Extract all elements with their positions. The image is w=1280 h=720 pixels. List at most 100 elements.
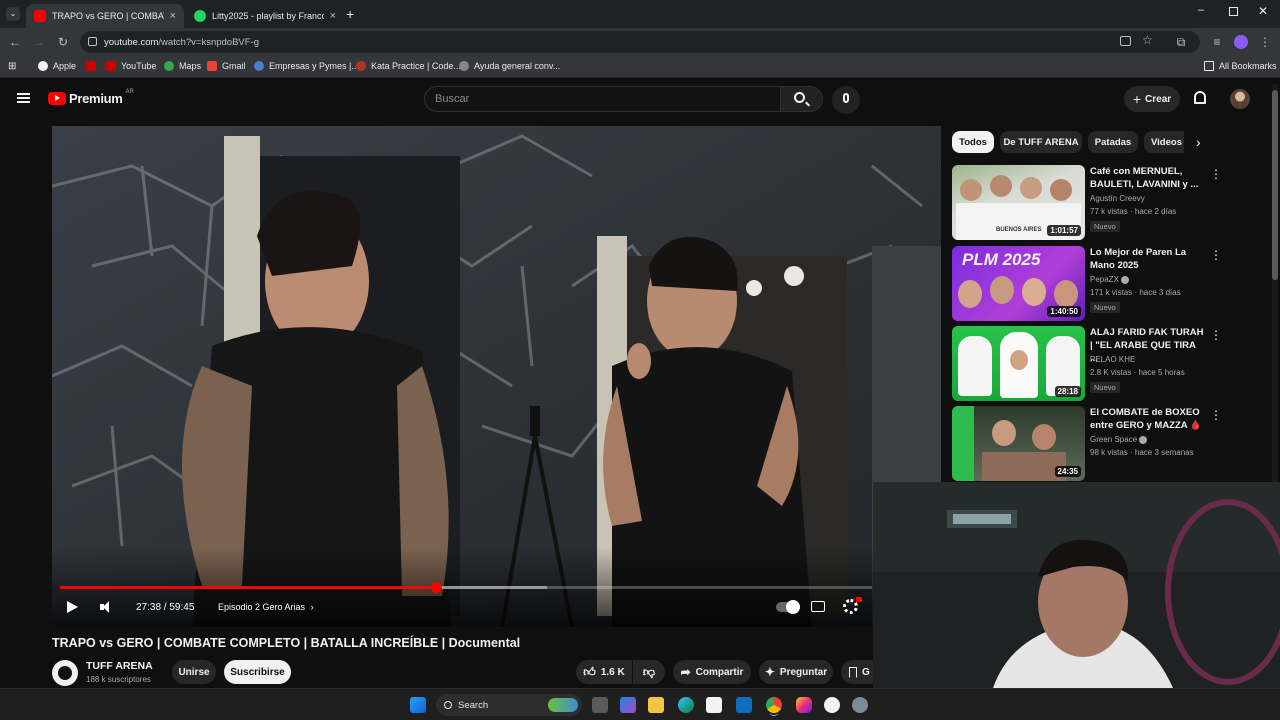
scrollbar-thumb[interactable] [1272,90,1278,280]
all-bookmarks[interactable]: All Bookmarks [1204,61,1277,71]
subscribe-button[interactable]: Suscribirse [224,660,291,684]
search-input[interactable]: Buscar [424,86,781,112]
video-thumbnail[interactable]: BUENOS AIRES 1:01:57 [952,165,1085,240]
github-icon[interactable] [824,697,840,713]
more-options-icon[interactable]: ⋮ [1210,408,1222,422]
play-button[interactable] [67,601,78,613]
bookmark-youtube[interactable]: YouTube [106,61,156,71]
recommendation-channel[interactable]: PepaZX [1090,275,1130,284]
bookmark-youtube-icon-only[interactable] [86,61,96,71]
close-window-icon[interactable]: ✕ [1258,4,1268,18]
site-info-icon[interactable] [88,37,97,46]
browser-menu-icon[interactable]: ⋮ [1258,35,1272,49]
store-icon[interactable] [706,697,722,713]
video-player[interactable]: 27:38 / 59:45 Episodio 2 Gero Arias › [52,126,941,627]
notifications-bell-icon[interactable] [1194,91,1206,104]
join-button[interactable]: Unirse [172,660,216,684]
save-button[interactable]: G [841,660,873,684]
more-options-icon[interactable]: ⋮ [1210,167,1222,181]
chrome-icon[interactable] [766,697,782,713]
recommendation-item[interactable]: BUENOS AIRES 1:01:57 Café con MERNUEL, B… [952,165,1272,241]
outlook-icon[interactable] [736,697,752,713]
chip-todos[interactable]: Todos [952,131,994,153]
tab-youtube-video[interactable]: TRAPO vs GERO | COMBATE CO × [26,4,184,28]
bookmark-empresas[interactable]: Empresas y Pymes |... [254,61,359,71]
volume-icon[interactable] [100,600,112,614]
maximize-icon[interactable] [1229,7,1238,16]
chip-de-tuff-arena[interactable]: De TUFF ARENA [1000,131,1082,153]
edge-icon[interactable] [678,697,694,713]
progress-scrubber[interactable] [430,582,442,593]
taskbar-search[interactable]: Search [436,694,582,716]
new-badge: Nuevo [1090,382,1120,393]
recommendation-title[interactable]: Café con MERNUEL, BAULETI, LAVANINI y ..… [1090,165,1205,191]
chat-icon [459,61,469,71]
recommendation-channel[interactable]: Agustín Creevy [1090,194,1145,203]
dislike-button[interactable]: 👎︎ [633,660,665,684]
channel-avatar[interactable] [52,660,78,686]
widgets-icon[interactable] [620,697,636,713]
subtitles-icon[interactable] [811,601,825,612]
create-button[interactable]: + Crear [1124,86,1180,112]
youtube-icon [86,61,96,71]
profile-avatar[interactable] [1234,35,1248,49]
youtube-premium-logo[interactable]: Premium AR [48,89,134,106]
tab-spotify-playlist[interactable]: Litty2025 - playlist by FrancoBo × [186,4,344,28]
apps-grid-icon[interactable]: ⊞ [8,61,16,72]
url-field[interactable]: youtube.com/watch?v=ksnpdoBVF-g ☆ [80,31,1200,53]
recommendation-item[interactable]: 28:18 ALAJ FARID FAK TURAH | "EL ARABE Q… [952,326,1272,402]
settings-icon[interactable] [852,697,868,713]
progress-bar[interactable] [60,582,872,593]
bookmark-apple[interactable]: Apple [38,61,76,71]
search-icon [794,92,805,103]
recommendation-channel[interactable]: Green Space [1090,435,1148,444]
extensions-icon[interactable]: ⧉ [1174,35,1188,49]
file-explorer-icon[interactable] [648,697,664,713]
forward-icon[interactable]: → [32,35,46,49]
chip-videos[interactable]: Videos [1144,131,1184,153]
recommendation-channel[interactable]: PELAO KHE [1090,355,1135,364]
close-tab-icon[interactable]: × [330,10,336,22]
new-badge: Nuevo [1090,302,1120,313]
like-button[interactable]: 👍︎ 1.6 K [576,660,632,684]
chip-patadas[interactable]: Patadas [1088,131,1138,153]
bookmark-ayuda[interactable]: Ayuda general conv... [459,61,560,71]
video-thumbnail[interactable]: PLM 2025 1:40:50 [952,246,1085,321]
tab-list-chevron-icon[interactable]: ⌄ [6,7,20,21]
search-button[interactable] [781,86,823,112]
bookmark-gmail[interactable]: Gmail [207,61,246,71]
recommendation-title[interactable]: El COMBATE de BOXEO entre GERO y MAZZA 🩸 [1090,406,1205,432]
recommendation-item[interactable]: PLM 2025 1:40:50 Lo Mejor de Paren La Ma… [952,246,1272,322]
channel-name[interactable]: TUFF ARENA [86,660,153,672]
install-app-icon[interactable] [1120,36,1131,46]
close-tab-icon[interactable]: × [170,10,176,22]
ask-button[interactable]: ✦ Preguntar [759,660,833,684]
video-thumbnail[interactable]: 24:35 [952,406,1085,481]
video-duration: 24:35 [1054,466,1081,477]
account-avatar[interactable] [1230,89,1250,109]
more-options-icon[interactable]: ⋮ [1210,328,1222,342]
more-options-icon[interactable]: ⋮ [1210,248,1222,262]
share-button[interactable]: ➦ Compartir [673,660,751,684]
browser-tab-bar: ⌄ TRAPO vs GERO | COMBATE CO × Litty2025… [0,0,1280,28]
video-thumbnail[interactable]: 28:18 [952,326,1085,401]
voice-search-button[interactable] [832,86,860,114]
new-tab-icon[interactable]: + [346,6,354,22]
chips-next-icon[interactable]: › [1196,134,1201,150]
windows-start-icon[interactable] [410,697,426,713]
hamburger-menu-icon[interactable] [17,93,30,103]
recommendation-item[interactable]: 24:35 El COMBATE de BOXEO entre GERO y M… [952,406,1272,482]
bookmark-star-icon[interactable]: ☆ [1142,33,1153,47]
bookmark-kata[interactable]: Kata Practice | Code... [356,61,461,71]
instagram-icon[interactable] [796,697,812,713]
chapter-button[interactable]: Episodio 2 Gero Arias › [218,602,314,612]
minimize-icon[interactable]: – [1198,4,1204,16]
reload-icon[interactable]: ↻ [56,35,70,49]
bookmark-maps[interactable]: Maps [164,61,201,71]
bookmarks-bar: ⊞ Apple YouTube Maps Gmail Empresas y Py… [0,56,1280,78]
back-icon[interactable]: ← [8,35,22,49]
autoplay-toggle[interactable] [776,600,800,614]
recommendation-title[interactable]: Lo Mejor de Paren La Mano 2025 [1090,246,1205,272]
media-controls-icon[interactable]: ≡ [1210,35,1224,49]
task-view-icon[interactable] [592,697,608,713]
